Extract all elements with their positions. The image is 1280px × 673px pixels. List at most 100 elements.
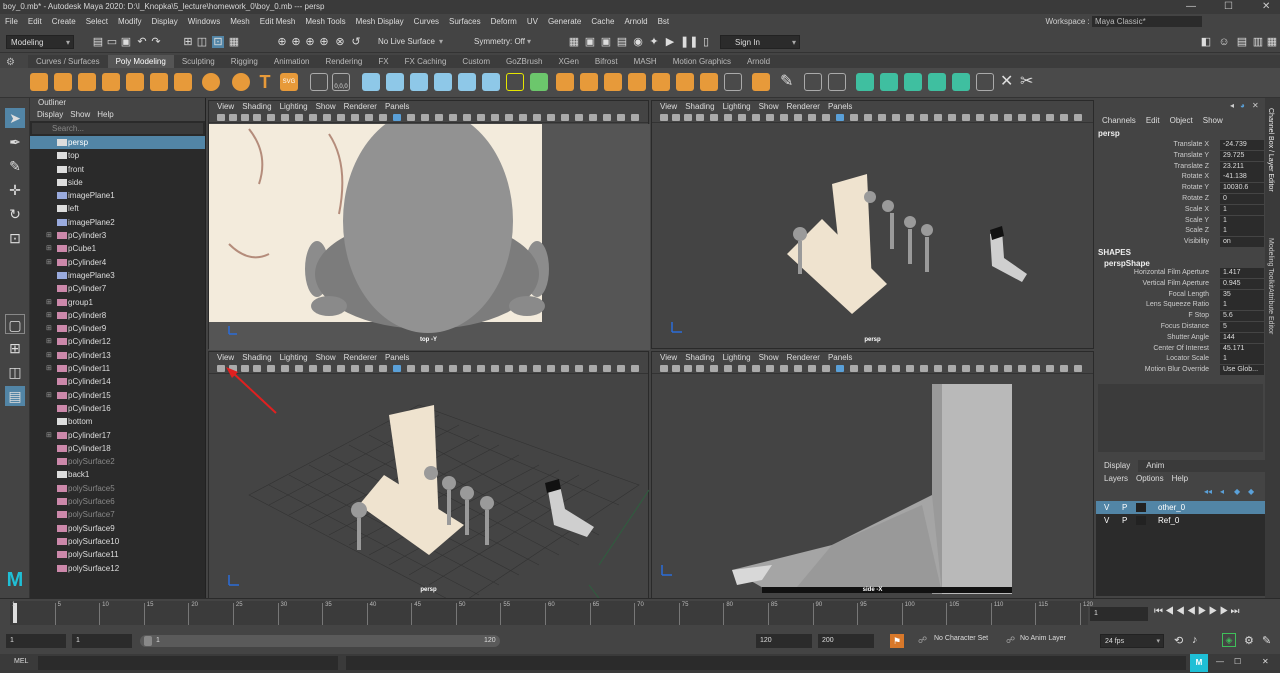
layer-tab-anim[interactable]: Anim: [1138, 460, 1172, 472]
end-frame-field[interactable]: 120: [756, 634, 812, 648]
cb-attr-value[interactable]: 1: [1220, 226, 1264, 237]
layer-menu-layers[interactable]: Layers: [1104, 474, 1128, 483]
tab-channel-box[interactable]: Channel Box / Layer Editor: [1267, 108, 1274, 192]
cb-attr-row[interactable]: Translate Z 23.211: [1096, 161, 1265, 173]
cb-attr-row[interactable]: Rotate Y 10030.6: [1096, 183, 1265, 194]
cb-attr-row[interactable]: Rotate X -41.138: [1096, 172, 1265, 183]
range-start-field[interactable]: 1: [72, 634, 132, 648]
cb-attr-row[interactable]: Translate X -24.739: [1096, 140, 1265, 151]
cb-attr-value[interactable]: 10030.6: [1220, 183, 1264, 194]
cb-attr-value[interactable]: 1.417: [1220, 268, 1264, 278]
layer-tab-display[interactable]: Display: [1096, 460, 1139, 472]
cb-collapse-icon[interactable]: ◂: [1230, 101, 1234, 110]
cb-attr-value[interactable]: 45.171: [1220, 343, 1264, 354]
range-handle-start[interactable]: [144, 636, 152, 646]
timeline-tick: 90: [812, 602, 822, 625]
cb-attr-value[interactable]: 144: [1220, 332, 1264, 343]
layer-playback-toggle[interactable]: P: [1122, 501, 1127, 514]
current-frame-field[interactable]: 1: [1090, 607, 1148, 621]
layer-playback-toggle[interactable]: P: [1122, 514, 1127, 527]
cmd-close-icon[interactable]: ✕: [1262, 657, 1269, 666]
cmd-minimize-icon[interactable]: —: [1216, 657, 1224, 666]
cb-attr-row[interactable]: Scale Y 1: [1096, 215, 1265, 227]
command-input[interactable]: [38, 656, 338, 670]
cb-attr-value[interactable]: -41.138: [1220, 172, 1264, 183]
cb-attr-row[interactable]: Locator Scale 1: [1096, 354, 1265, 365]
layer-row[interactable]: V P Ref_0: [1096, 514, 1265, 527]
cb-attr-row[interactable]: F Stop 5.6: [1096, 311, 1265, 322]
sound-icon[interactable]: ♪: [1192, 634, 1198, 646]
range-bar[interactable]: 1 120: [140, 635, 500, 647]
new-layer-icon[interactable]: ◆: [1234, 487, 1240, 496]
tab-modeling-toolkit[interactable]: Modeling Toolkit: [1267, 238, 1274, 288]
start-frame-field[interactable]: 1: [6, 634, 66, 648]
cb-attr-name: Lens Squeeze Ratio: [1145, 301, 1209, 309]
playback-controls[interactable]: ⏮◀◀◀▶▶▶⏭: [1154, 606, 1242, 617]
cb-attr-value[interactable]: 0: [1220, 194, 1264, 204]
cb-attr-row[interactable]: Shutter Angle 144: [1096, 332, 1265, 344]
cache-playback-icon[interactable]: ◈: [1222, 633, 1236, 647]
cb-attr-row[interactable]: Focal Length 35: [1096, 289, 1265, 301]
new-layer-selected-icon[interactable]: ◆: [1248, 487, 1254, 496]
cb-attr-row[interactable]: Center Of Interest 45.171: [1096, 343, 1265, 355]
timeline-tick: 100: [901, 602, 915, 625]
layer-menu-help[interactable]: Help: [1172, 474, 1188, 483]
auto-key-icon[interactable]: ⚑: [890, 634, 904, 648]
layer-visible-toggle[interactable]: V: [1104, 514, 1109, 527]
layer-color-swatch[interactable]: [1136, 503, 1146, 512]
cb-attr-name: Scale Y: [1185, 216, 1209, 224]
cb-attr-value[interactable]: 23.211: [1220, 161, 1264, 172]
timeline-start-tick: 1: [12, 602, 16, 608]
cb-attr-row[interactable]: Scale Z 1: [1096, 226, 1265, 237]
cb-attr-name: Focal Length: [1168, 290, 1209, 298]
settings-icon[interactable]: ⚙: [1244, 634, 1254, 647]
cb-attr-value[interactable]: 1: [1220, 300, 1264, 311]
layer-color-swatch[interactable]: [1136, 516, 1146, 525]
cb-attr-value[interactable]: 1: [1220, 215, 1264, 226]
maya-taskbar-icon[interactable]: M: [1190, 654, 1208, 672]
cb-attr-value[interactable]: 5: [1220, 322, 1264, 332]
prefs-icon[interactable]: ✎: [1262, 634, 1271, 647]
cb-attr-value[interactable]: 35: [1220, 289, 1264, 300]
cb-attr-row[interactable]: Focus Distance 5: [1096, 322, 1265, 333]
cb-attr-value[interactable]: Use Glob...: [1220, 365, 1264, 376]
cb-attr-row[interactable]: Rotate Z 0: [1096, 194, 1265, 205]
character-set-dropdown[interactable]: No Character Set: [934, 635, 988, 642]
cb-help-icon[interactable]: ◕: [1240, 101, 1245, 110]
cb-attr-value[interactable]: 1: [1220, 204, 1264, 215]
cb-attr-row[interactable]: Motion Blur Override Use Glob...: [1096, 365, 1265, 376]
cb-menu-object[interactable]: Object: [1170, 116, 1193, 125]
cb-attr-row[interactable]: Visibility on: [1096, 237, 1265, 248]
cb-attr-row[interactable]: Lens Squeeze Ratio 1: [1096, 300, 1265, 311]
cb-attr-value[interactable]: 29.725: [1220, 150, 1264, 161]
cmd-maximize-icon[interactable]: ☐: [1234, 657, 1241, 666]
timeline-tick: 10: [99, 602, 109, 625]
max-frame-field[interactable]: 200: [818, 634, 874, 648]
move-layer-down-icon[interactable]: ◂: [1220, 487, 1224, 496]
cb-attr-value[interactable]: on: [1220, 237, 1264, 248]
cb-menu-channels[interactable]: Channels: [1102, 116, 1136, 125]
loop-icon[interactable]: ⟲: [1174, 634, 1183, 647]
layer-row[interactable]: V Pother_0: [1096, 501, 1265, 514]
cb-attr-value[interactable]: 5.6: [1220, 311, 1264, 322]
cb-menu-edit[interactable]: Edit: [1146, 116, 1160, 125]
timeline-tick-label: 50: [458, 602, 466, 608]
cb-attr-value[interactable]: -24.739: [1220, 140, 1264, 150]
layer-name[interactable]: Ref_0: [1158, 514, 1179, 527]
cb-attr-row[interactable]: Translate Y 29.725: [1096, 150, 1265, 162]
cb-attr-row[interactable]: Vertical Film Aperture 0.945: [1096, 278, 1265, 290]
time-slider[interactable]: 1 5 10 15 20 25 30 35 40 45 50 55 60 65 70 75 80 85 90 95 1…: [0, 598, 1280, 628]
layer-name[interactable]: other_0: [1158, 501, 1185, 514]
cb-menu-show[interactable]: Show: [1203, 116, 1223, 125]
cb-attr-value[interactable]: 1: [1220, 354, 1264, 365]
move-layer-up-icon[interactable]: ◂◂: [1204, 487, 1212, 496]
cb-attr-value[interactable]: 0.945: [1220, 278, 1264, 289]
anim-layer-dropdown[interactable]: No Anim Layer: [1020, 635, 1066, 642]
fps-dropdown[interactable]: 24 fps: [1100, 634, 1164, 649]
cb-close-icon[interactable]: ✕: [1252, 101, 1259, 110]
cb-attr-row[interactable]: Scale X 1: [1096, 204, 1265, 216]
layer-menu-options[interactable]: Options: [1136, 474, 1164, 483]
layer-visible-toggle[interactable]: V: [1104, 501, 1109, 514]
tab-attribute-editor[interactable]: Attribute Editor: [1267, 288, 1274, 334]
cb-attr-row[interactable]: Horizontal Film Aperture 1.417: [1096, 268, 1265, 279]
